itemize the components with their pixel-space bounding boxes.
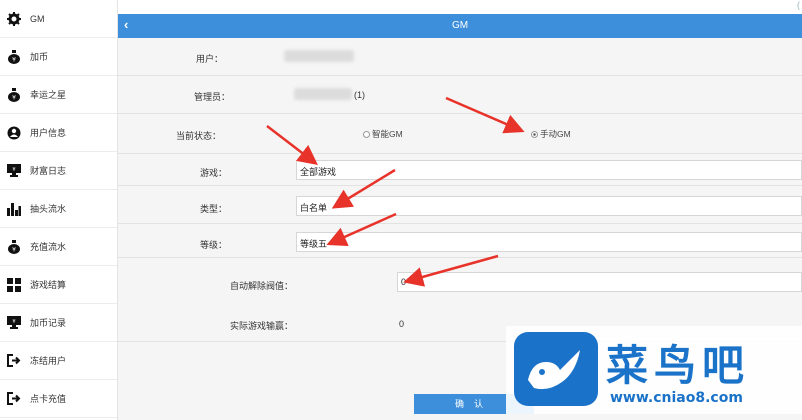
monitor-icon: ¥ [6, 163, 22, 179]
admin-suffix: (1) [354, 90, 365, 100]
redacted-user [284, 50, 354, 62]
type-label: 类型： [200, 204, 228, 214]
logout-icon [6, 391, 22, 407]
game-select[interactable]: 全部游戏 [296, 160, 802, 180]
level-select[interactable]: 等级五 [296, 232, 802, 252]
sidebar-item-recharge-flow[interactable]: ¥ 充值流水 [0, 228, 117, 266]
sidebar-item-card-recharge[interactable]: 点卡充值 [0, 380, 117, 418]
page-title: GM [451, 20, 469, 31]
sidebar-item-game-settlement[interactable]: 游戏结算 [0, 266, 117, 304]
type-row: 类型： 白名单 [118, 186, 802, 224]
threshold-label: 自动解除阀值： [230, 281, 294, 291]
sidebar-item-lucky-star[interactable]: ¥ 幸运之星 [0, 76, 117, 114]
monitor-icon: ¥ [6, 315, 22, 331]
money-bag-icon: ¥ [6, 49, 22, 65]
type-select[interactable]: 白名单 [296, 196, 802, 216]
sidebar-item-label: GM [30, 13, 45, 24]
sidebar-item-label: 财富日志 [30, 166, 67, 176]
watermark-url: www.cniao8.com [610, 390, 743, 406]
watermark: 菜鸟吧 www.cniao8.com [506, 326, 802, 414]
sidebar: GM ¥ 加币 ¥ 幸运之星 用户信息 ¥ 财富日志 抽头流水 ¥ 充值流水 游… [0, 0, 118, 420]
sidebar-item-label: 点卡充值 [30, 394, 67, 404]
sidebar-item-label: 冻结用户 [30, 356, 67, 366]
level-label: 等级： [200, 240, 228, 250]
actual-label: 实际游戏输赢： [230, 321, 294, 331]
level-row: 等级： 等级五 [118, 224, 802, 258]
actual-value: 0 [399, 319, 405, 329]
sidebar-item-label: 充值流水 [30, 242, 67, 252]
admin-label: 管理员： [194, 92, 231, 102]
radio-label: 手动GM [540, 129, 571, 139]
sidebar-item-label: 幸运之星 [30, 90, 67, 100]
game-row: 游戏： 全部游戏 [118, 154, 802, 186]
logout-icon [6, 353, 22, 369]
radio-dot [363, 130, 370, 138]
sidebar-item-add-coins[interactable]: ¥ 加币 [0, 38, 117, 76]
sidebar-item-label: 游戏结算 [30, 280, 67, 290]
bar-chart-icon [6, 201, 22, 217]
radio-dot [531, 130, 538, 138]
svg-text:¥: ¥ [12, 319, 15, 325]
radio-smart-gm[interactable]: 智能GM [363, 128, 403, 140]
bird-logo-icon [514, 332, 598, 406]
sidebar-item-label: 加币 [30, 52, 49, 62]
gear-icon [6, 11, 22, 27]
threshold-row: 自动解除阀值： 0 [118, 258, 802, 306]
svg-text:¥: ¥ [12, 167, 15, 173]
radio-label: 智能GM [372, 129, 403, 139]
sidebar-item-wealth-log[interactable]: ¥ 财富日志 [0, 152, 117, 190]
svg-text:¥: ¥ [12, 246, 16, 253]
svg-text:¥: ¥ [12, 56, 16, 63]
game-label: 游戏： [200, 168, 228, 178]
corner-mark: ( [797, 0, 800, 10]
radio-manual-gm[interactable]: 手动GM [531, 128, 571, 140]
sidebar-item-label: 加币记录 [30, 318, 67, 328]
money-bag-icon: ¥ [6, 239, 22, 255]
admin-row: 管理员： (1) [118, 76, 802, 114]
sidebar-item-rake-flow[interactable]: 抽头流水 [0, 190, 117, 228]
redacted-admin [294, 88, 352, 100]
watermark-text: 菜鸟吧 [606, 341, 751, 390]
sidebar-item-label: 抽头流水 [30, 204, 67, 214]
sidebar-item-freeze-user[interactable]: 冻结用户 [0, 342, 117, 380]
sidebar-item-user-info[interactable]: 用户信息 [0, 114, 117, 152]
grid-icon [6, 277, 22, 293]
status-label: 当前状态： [176, 131, 222, 141]
user-label: 用户： [196, 54, 224, 64]
threshold-input[interactable]: 0 [397, 272, 802, 292]
money-bag-icon: ¥ [6, 87, 22, 103]
user-icon [6, 125, 22, 141]
svg-text:¥: ¥ [12, 94, 16, 101]
status-row: 当前状态： 智能GM 手动GM [118, 114, 802, 154]
header-bar: ‹ GM [118, 14, 802, 38]
user-row: 用户： [118, 38, 802, 76]
sidebar-item-label: 用户信息 [30, 128, 67, 138]
sidebar-item-gm[interactable]: GM [0, 0, 117, 38]
sidebar-item-coin-records[interactable]: ¥ 加币记录 [0, 304, 117, 342]
